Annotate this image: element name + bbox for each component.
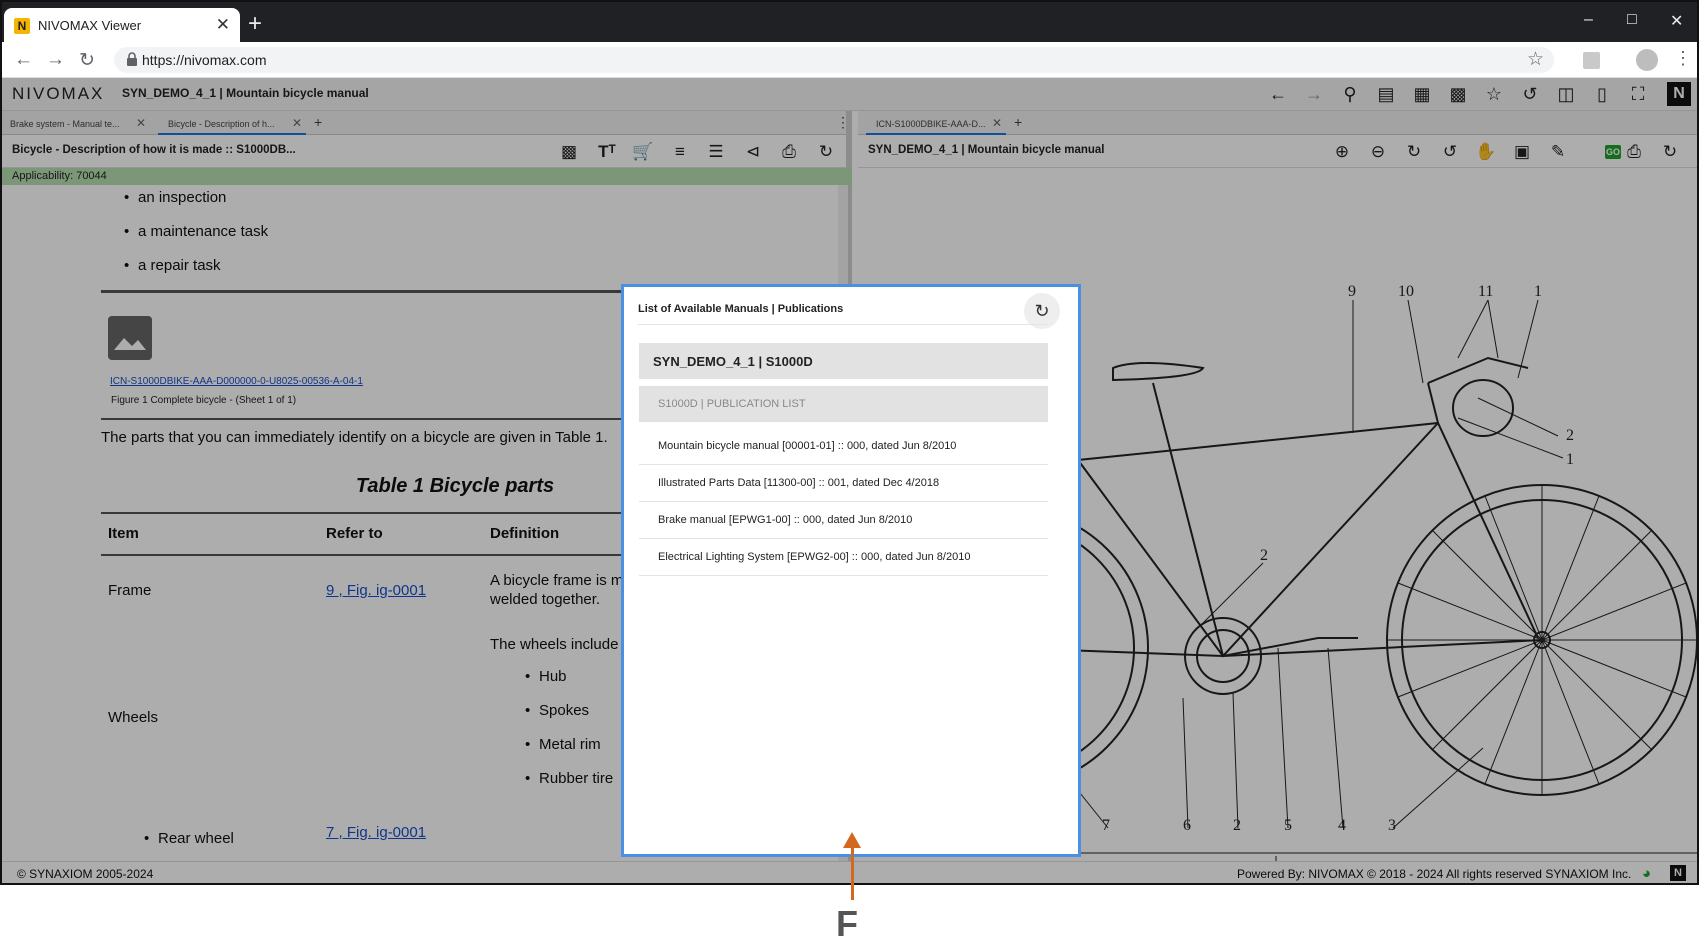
- back-icon[interactable]: ←: [14, 49, 33, 71]
- window-close-icon[interactable]: ✕: [1670, 11, 1683, 31]
- address-bar[interactable]: https://nivomax.com ☆: [114, 47, 1554, 73]
- lock-icon: [127, 52, 137, 66]
- publication-list-header[interactable]: S1000D | PUBLICATION LIST: [639, 386, 1048, 422]
- publication-item[interactable]: Electrical Lighting System [EPWG2-00] ::…: [639, 539, 1048, 576]
- browser-tab[interactable]: N NIVOMAX Viewer ✕: [4, 8, 240, 42]
- browser-titlebar: N NIVOMAX Viewer ✕ + – □ ✕: [2, 2, 1697, 42]
- nivomax-favicon-icon: N: [14, 18, 30, 34]
- minimize-icon[interactable]: –: [1584, 11, 1593, 29]
- annotation-letter: F: [836, 903, 858, 944]
- publication-item[interactable]: Mountain bicycle manual [00001-01] :: 00…: [639, 428, 1048, 465]
- close-tab-icon[interactable]: ✕: [216, 15, 230, 35]
- publications-dialog: List of Available Manuals | Publications…: [621, 284, 1081, 857]
- new-tab-button[interactable]: +: [248, 10, 262, 38]
- extension-icon[interactable]: [1583, 52, 1600, 69]
- dialog-title: List of Available Manuals | Publications: [638, 303, 844, 315]
- browser-toolbar: ← → ↻ https://nivomax.com ☆ ⋮: [2, 42, 1697, 78]
- bookmark-star-icon[interactable]: ☆: [1527, 48, 1544, 71]
- browser-tab-title: NIVOMAX Viewer: [38, 18, 142, 33]
- publication-item[interactable]: Brake manual [EPWG1-00] :: 000, dated Ju…: [639, 502, 1048, 539]
- dialog-divider: [638, 324, 1048, 325]
- forward-icon[interactable]: →: [46, 49, 65, 71]
- publication-group-header[interactable]: SYN_DEMO_4_1 | S1000D: [639, 343, 1048, 379]
- publication-item[interactable]: Illustrated Parts Data [11300-00] :: 001…: [639, 465, 1048, 502]
- maximize-icon[interactable]: □: [1627, 11, 1637, 29]
- profile-avatar[interactable]: [1636, 49, 1658, 71]
- reload-icon[interactable]: ↻: [79, 49, 95, 72]
- url-text: https://nivomax.com: [142, 52, 267, 68]
- browser-menu-icon[interactable]: ⋮: [1674, 48, 1692, 69]
- annotation-arrow-line: [851, 845, 854, 900]
